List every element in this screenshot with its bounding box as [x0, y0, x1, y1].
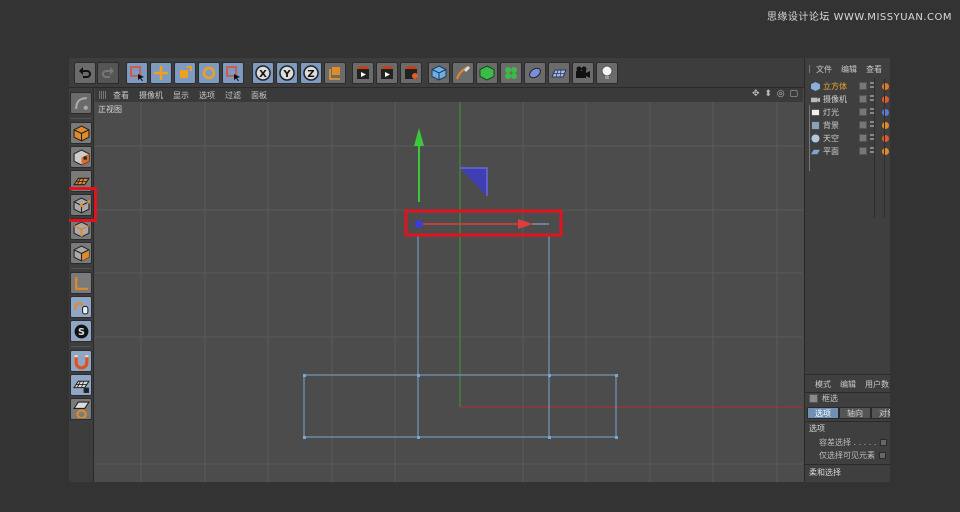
vp-menu-display[interactable]: 显示	[173, 90, 189, 101]
snap-icon[interactable]	[70, 374, 92, 396]
cube-primitive-icon[interactable]	[428, 62, 450, 84]
vp-menu-options[interactable]: 选项	[199, 90, 215, 101]
tree-line	[809, 105, 810, 171]
attribute-title: 框选	[809, 393, 838, 404]
right-panel: 文件 编辑 查看 立方体 摄像机 灯光 背景 天空 平面 模式 编辑 用户数 框…	[804, 58, 890, 482]
subdivision-icon[interactable]	[476, 62, 498, 84]
svg-text:Z: Z	[307, 69, 314, 80]
array-icon[interactable]	[500, 62, 522, 84]
vp-menu-panel[interactable]: 面板	[251, 90, 267, 101]
viewport-front[interactable]: 查看 摄像机 显示 选项 过滤 面板 ✥ ⬍ ◎ ▢ 正视图	[95, 88, 803, 482]
background-object-icon	[811, 121, 820, 129]
list-item-sky[interactable]: 天空	[811, 132, 890, 144]
highlight-box-edge	[404, 209, 563, 237]
grip-icon	[99, 91, 107, 99]
sky-object-icon	[811, 133, 820, 143]
section-soft-selection: 柔和选择	[809, 468, 841, 477]
magnet-icon[interactable]	[70, 350, 92, 372]
left-toolbar: S	[69, 88, 94, 482]
list-item-cube[interactable]: 立方体	[811, 80, 890, 92]
row-tolerant-selection[interactable]: 容差选择 . . . . .	[819, 437, 888, 448]
recent-tool-icon[interactable]	[222, 62, 244, 84]
object-manager-menu: 文件 编辑 查看	[805, 62, 890, 76]
redo-icon[interactable]	[97, 62, 119, 84]
texture-mode-icon[interactable]	[70, 146, 92, 168]
floor-icon[interactable]	[548, 62, 570, 84]
attribute-tabs: 选项 轴向 对象	[807, 407, 890, 419]
highlight-box-tool	[69, 187, 97, 222]
grip-icon	[809, 65, 810, 73]
cinema4d-window: X Y Z S 查看 摄像机 显示 选项 过滤 面板 ✥ ⬍ ◎ ▢ 正视图 文…	[69, 58, 890, 482]
om-menu-file[interactable]: 文件	[816, 64, 832, 75]
lock-workplane-icon[interactable]	[70, 398, 92, 420]
top-toolbar: X Y Z	[69, 58, 804, 88]
polygons-mode-icon[interactable]	[70, 242, 92, 264]
x-axis-icon[interactable]: X	[252, 62, 274, 84]
live-select-icon[interactable]	[126, 62, 148, 84]
pen-spline-icon[interactable]	[452, 62, 474, 84]
coordinate-system-icon[interactable]	[324, 62, 346, 84]
attr-menu-userdata[interactable]: 用户数	[865, 379, 889, 390]
section-options: 选项	[809, 424, 825, 433]
render-settings-icon[interactable]	[400, 62, 422, 84]
render-picture-queue-icon[interactable]	[376, 62, 398, 84]
plane-object-icon	[811, 149, 820, 154]
object-list: 立方体 摄像机 灯光 背景 天空 平面	[805, 78, 890, 171]
axis-gizmo[interactable]	[414, 128, 488, 202]
vp-menu-camera[interactable]: 摄像机	[139, 90, 163, 101]
row-visible-only[interactable]: 仅选择可见元素	[819, 450, 886, 461]
camera-icon[interactable]	[572, 62, 594, 84]
z-axis-icon[interactable]: Z	[300, 62, 322, 84]
list-item-camera[interactable]: 摄像机	[811, 93, 890, 105]
undo-icon[interactable]	[74, 62, 96, 84]
list-item-background[interactable]: 背景	[811, 119, 890, 131]
light-object-icon	[811, 109, 820, 115]
scale-icon[interactable]	[174, 62, 196, 84]
rotate-icon[interactable]	[198, 62, 220, 84]
move-icon[interactable]	[150, 62, 172, 84]
tab-object[interactable]: 对象	[871, 407, 890, 419]
checkbox[interactable]	[880, 439, 888, 446]
attribute-menu: 模式 编辑 用户数	[805, 377, 890, 391]
solo-mode-icon[interactable]: S	[70, 320, 92, 342]
viewport-canvas	[95, 102, 803, 482]
viewport-label: 正视图	[98, 105, 122, 114]
svg-text:S: S	[78, 327, 85, 338]
viewport-menu: 查看 摄像机 显示 选项 过滤 面板 ✥ ⬍ ◎ ▢	[95, 88, 803, 102]
make-editable-icon[interactable]	[70, 92, 92, 114]
list-item-plane[interactable]: 平面	[811, 145, 890, 157]
svg-text:X: X	[259, 69, 267, 80]
y-axis-icon[interactable]: Y	[276, 62, 298, 84]
render-view-icon[interactable]	[352, 62, 374, 84]
model-mode-icon[interactable]	[70, 122, 92, 144]
list-item-light[interactable]: 灯光	[811, 106, 890, 118]
tweak-mode-icon[interactable]	[70, 296, 92, 318]
cube-object-icon	[811, 81, 820, 91]
grid	[95, 102, 803, 482]
viewport-nav-icons[interactable]: ✥ ⬍ ◎ ▢	[752, 89, 799, 99]
checkbox[interactable]	[879, 452, 886, 459]
rectangle-selection-icon	[809, 394, 818, 403]
om-menu-edit[interactable]: 编辑	[841, 64, 857, 75]
tab-axis[interactable]: 轴向	[839, 407, 871, 419]
selected-edge-handle[interactable]	[415, 219, 549, 229]
tab-options[interactable]: 选项	[807, 407, 839, 419]
camera-object-icon	[811, 97, 820, 102]
axis-mode-icon[interactable]	[70, 272, 92, 294]
om-menu-view[interactable]: 查看	[866, 64, 882, 75]
attribute-manager: 模式 编辑 用户数 框选 选项 轴向 对象 选项 容差选择 . . . . . …	[805, 374, 890, 482]
watermark: 思缘设计论坛 WWW.MISSYUAN.COM	[766, 12, 952, 23]
vp-menu-view[interactable]: 查看	[113, 90, 129, 101]
svg-text:Y: Y	[282, 69, 291, 80]
vp-menu-filter[interactable]: 过滤	[225, 90, 241, 101]
deformer-icon[interactable]	[524, 62, 546, 84]
attr-menu-edit[interactable]: 编辑	[840, 379, 856, 390]
light-icon[interactable]	[596, 62, 618, 84]
attr-menu-mode[interactable]: 模式	[815, 379, 831, 390]
